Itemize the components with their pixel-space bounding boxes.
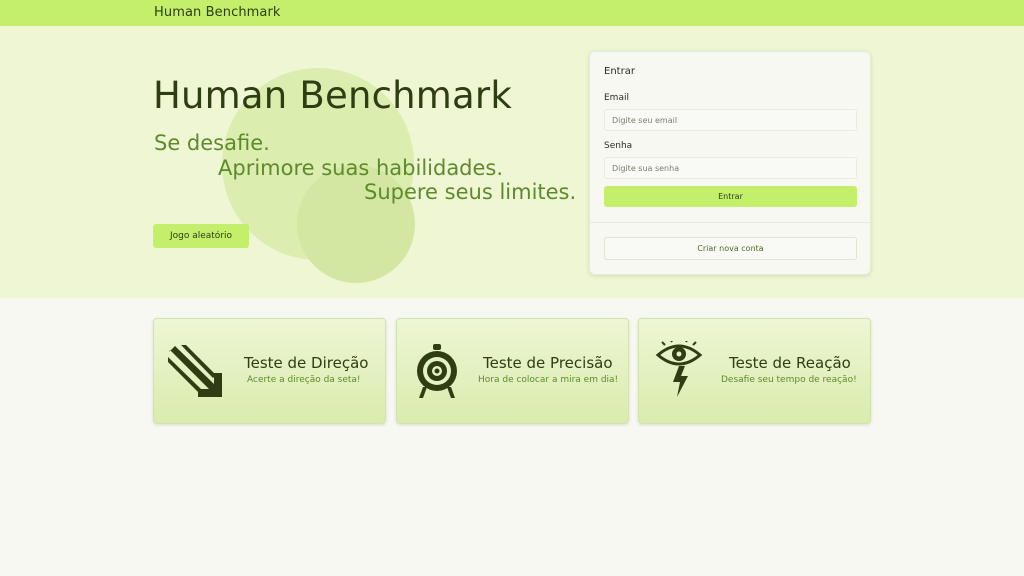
password-field[interactable] (604, 157, 857, 179)
tagline-line-3: Supere seus limites. (364, 180, 577, 204)
game-card-subtitle: Desafie seu tempo de reação! (721, 375, 857, 385)
login-submit-button[interactable]: Entrar (604, 186, 857, 207)
game-card-title: Teste de Reação (729, 354, 851, 372)
game-card-reaction[interactable]: Teste de Reação Desafie seu tempo de rea… (638, 318, 871, 424)
email-field[interactable] (604, 109, 857, 131)
brand-link[interactable]: Human Benchmark (154, 5, 281, 20)
target-icon (415, 343, 459, 403)
game-card-subtitle: Hora de colocar a mira em dia! (478, 375, 619, 385)
card-divider (590, 222, 870, 223)
login-title: Entrar (604, 66, 635, 77)
game-card-subtitle: Acerte a direção da seta! (247, 375, 361, 385)
eye-lightning-icon (655, 339, 703, 403)
hero-title: Human Benchmark (153, 74, 512, 117)
arrow-down-right-icon (166, 343, 224, 403)
password-label: Senha (604, 141, 633, 151)
create-account-button[interactable]: Criar nova conta (604, 237, 857, 260)
email-label: Email (604, 93, 629, 103)
game-card-precision[interactable]: Teste de Precisão Hora de colocar a mira… (396, 318, 629, 424)
game-card-title: Teste de Precisão (483, 354, 613, 372)
tagline-line-2: Aprimore suas habilidades. (218, 156, 504, 180)
game-card-direction[interactable]: Teste de Direção Acerte a direção da set… (153, 318, 386, 424)
tagline-line-1: Se desafie. (154, 131, 270, 155)
login-card: Entrar Email Senha Entrar Criar nova con… (589, 51, 871, 275)
random-game-button[interactable]: Jogo aleatório (153, 224, 249, 248)
top-navbar: Human Benchmark (0, 0, 1024, 26)
game-card-title: Teste de Direção (244, 354, 369, 372)
